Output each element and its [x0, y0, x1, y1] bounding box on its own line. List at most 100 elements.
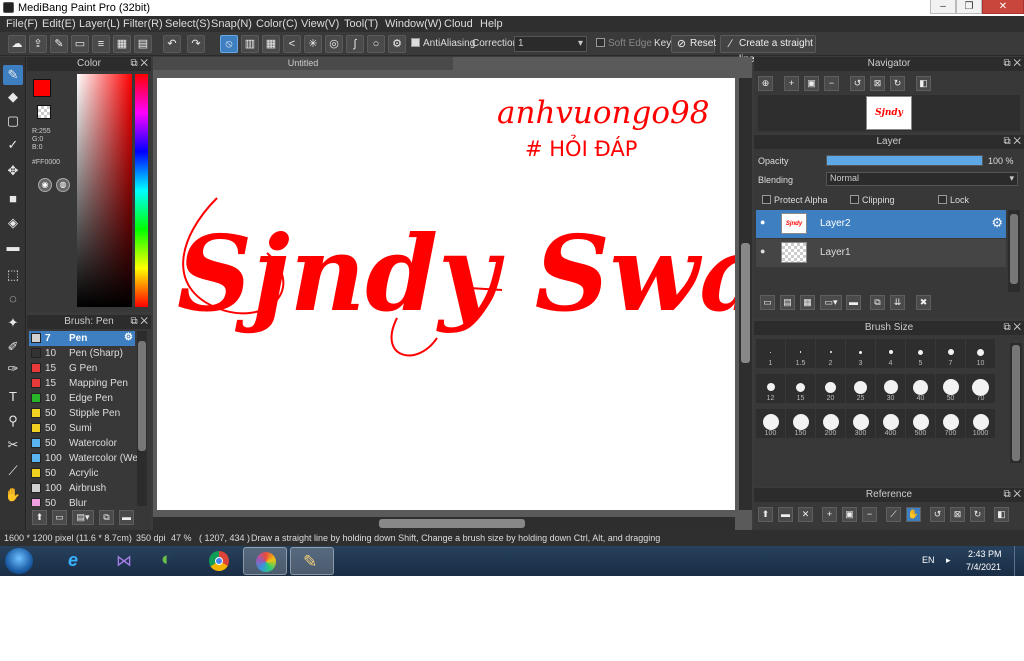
brush-size-cell[interactable]: 150 — [786, 409, 815, 438]
layer-name[interactable]: Layer1 — [820, 247, 851, 258]
fill-shape-tool-icon[interactable]: ■ — [3, 189, 23, 209]
zoom-out-icon[interactable]: − — [862, 507, 877, 522]
brush-item[interactable]: 100 Airbrush — [29, 481, 145, 496]
clipping-checkbox[interactable] — [850, 195, 859, 204]
snap-settings-icon[interactable]: ⚙ — [388, 35, 406, 53]
clock-time[interactable]: 2:43 PM — [968, 549, 1002, 559]
taskbar-chrome[interactable] — [197, 547, 241, 575]
brush-size-cell[interactable]: 20 — [816, 374, 845, 403]
taskbar-paint[interactable]: ✎ — [290, 547, 334, 575]
ellipse-snap-icon[interactable]: ○ — [367, 35, 385, 53]
brush-item[interactable]: 7 Pen ⚙ — [29, 331, 135, 346]
folder-icon[interactable]: ▬ — [119, 510, 134, 525]
navigator-preview[interactable]: Sjndy Swann — [758, 95, 1020, 131]
move-tool-icon[interactable]: ✥ — [3, 161, 23, 181]
menu-color[interactable]: Color(C) — [256, 18, 298, 30]
correction-select[interactable]: 1 ▾ — [514, 36, 587, 52]
canvas-vertical-scrollbar[interactable] — [739, 78, 752, 510]
brush-size-cell[interactable]: 1000 — [966, 409, 995, 438]
brush-size-cell[interactable]: 300 — [846, 409, 875, 438]
scrollbar-thumb[interactable] — [1010, 214, 1018, 284]
saturation-value-picker[interactable] — [77, 74, 132, 307]
brush-size-cell[interactable]: 200 — [816, 409, 845, 438]
minimize-button[interactable]: – — [930, 0, 956, 14]
zoom-fit-icon[interactable]: ⊕ — [758, 76, 773, 91]
scrollbar-thumb[interactable] — [379, 519, 525, 528]
menu-edit[interactable]: Edit(E) — [42, 18, 76, 30]
brush-size-cell[interactable]: 1.5 — [786, 339, 815, 368]
brush-item[interactable]: 50 Sumi — [29, 421, 145, 436]
menu-snap[interactable]: Snap(N) — [211, 18, 252, 30]
circle-snap-icon[interactable]: ◎ — [325, 35, 343, 53]
protect-alpha-checkbox[interactable] — [762, 195, 771, 204]
rectangle-tool-icon[interactable]: ▢ — [3, 111, 23, 131]
new-file-icon[interactable]: ▭ — [71, 35, 89, 53]
panel-close-icon[interactable]: ⧉ ✕ — [130, 57, 148, 71]
primary-color-swatch[interactable] — [33, 79, 51, 97]
maximize-button[interactable]: ❐ — [956, 0, 982, 14]
secondary-color-swatch[interactable] — [37, 105, 51, 119]
language-indicator[interactable]: EN — [922, 555, 935, 565]
zoom-out-icon[interactable]: − — [824, 76, 839, 91]
flip-icon[interactable]: ◧ — [994, 507, 1009, 522]
hand-icon[interactable]: ✋ — [906, 507, 921, 522]
new-layer-icon[interactable]: ▭ — [760, 295, 775, 310]
brush-item[interactable]: 50 Acrylic — [29, 466, 145, 481]
flip-icon[interactable]: ◧ — [916, 76, 931, 91]
brush-item[interactable]: 50 Blur — [29, 496, 145, 506]
rotate-left-icon[interactable]: ↺ — [850, 76, 865, 91]
comment-icon[interactable]: ✎ — [50, 35, 68, 53]
curve-snap-icon[interactable]: ∫ — [346, 35, 364, 53]
cloud-icon[interactable]: ☁ — [8, 35, 26, 53]
menu-window[interactable]: Window(W) — [385, 18, 442, 30]
zoom-in-icon[interactable]: + — [822, 507, 837, 522]
brush-size-cell[interactable]: 4 — [876, 339, 905, 368]
layer-row-layer2[interactable]: ● Sjndy Swann Layer2 ⚙ — [756, 210, 1006, 238]
gradient-tool-icon[interactable]: ▬ — [3, 237, 23, 257]
brush-list-scrollbar[interactable] — [137, 331, 147, 506]
brush-size-cell[interactable]: 1 — [756, 339, 785, 368]
grid-view-icon[interactable]: ▦ — [113, 35, 131, 53]
dot-tool-icon[interactable]: ✓ — [3, 135, 23, 155]
layer-folder-icon[interactable]: ▬ — [846, 295, 861, 310]
gear-icon[interactable]: ⚙ — [124, 332, 133, 343]
palette-icon[interactable]: ◉ — [38, 178, 52, 192]
color-wheel-icon[interactable]: ◍ — [56, 178, 70, 192]
close-button[interactable]: ✕ — [982, 0, 1024, 14]
layer-name[interactable]: Layer2 — [820, 218, 851, 229]
bucket-tool-icon[interactable]: ◈ — [3, 213, 23, 233]
rotate-right-icon[interactable]: ↻ — [890, 76, 905, 91]
rotate-reset-icon[interactable]: ⊠ — [950, 507, 965, 522]
layer-scrollbar[interactable] — [1008, 210, 1020, 292]
select-pen-tool-icon[interactable]: ✐ — [3, 337, 23, 357]
brush-size-cell[interactable]: 700 — [936, 409, 965, 438]
rotate-right-icon[interactable]: ↻ — [970, 507, 985, 522]
new-halftone-layer-icon[interactable]: ▦ — [800, 295, 815, 310]
hand-tool-icon[interactable]: ✋ — [3, 485, 23, 505]
brush-item[interactable]: 15 G Pen — [29, 361, 145, 376]
snap-off-icon[interactable]: ⦸ — [220, 35, 238, 53]
duplicate-layer-icon[interactable]: ⧉ — [870, 295, 885, 310]
scrollbar-thumb[interactable] — [741, 243, 750, 363]
select-tool-icon[interactable]: ⬚ — [3, 265, 23, 285]
create-straight-line-button[interactable]: ∕Create a straight line — [720, 35, 816, 65]
scrollbar-thumb[interactable] — [1012, 345, 1020, 461]
brush-item[interactable]: 15 Mapping Pen — [29, 376, 145, 391]
brush-size-cell[interactable]: 12 — [756, 374, 785, 403]
brush-size-cell[interactable]: 2 — [816, 339, 845, 368]
eraser-tool-icon[interactable]: ◆ — [3, 87, 23, 107]
taskbar-visual-studio[interactable]: ⋈ — [103, 547, 147, 575]
scrollbar-thumb[interactable] — [138, 341, 146, 451]
menu-select[interactable]: Select(S) — [165, 18, 210, 30]
tray-chevron-icon[interactable]: ▸ — [946, 555, 951, 566]
taskbar-medibang[interactable] — [243, 547, 287, 575]
new-color-layer-icon[interactable]: ▤ — [780, 295, 795, 310]
divide-tool-icon[interactable]: ✂ — [3, 435, 23, 455]
lock-checkbox[interactable] — [938, 195, 947, 204]
brush-size-cell[interactable]: 3 — [846, 339, 875, 368]
actual-size-icon[interactable]: ▣ — [842, 507, 857, 522]
menu-file[interactable]: File(F) — [6, 18, 38, 30]
actual-size-icon[interactable]: ▣ — [804, 76, 819, 91]
panel-close-icon[interactable]: ⧉ ✕ — [1003, 135, 1021, 149]
antialiasing-checkbox[interactable] — [411, 38, 420, 47]
